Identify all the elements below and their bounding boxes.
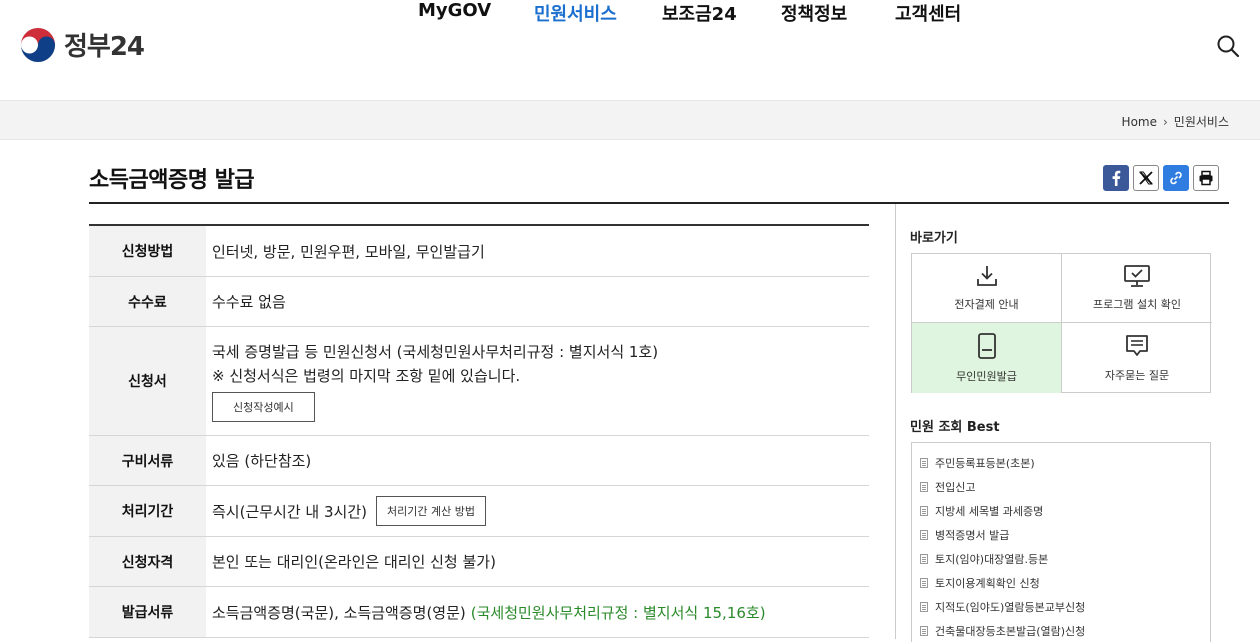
document-icon bbox=[920, 602, 928, 612]
title-divider bbox=[89, 202, 1229, 204]
download-icon bbox=[976, 266, 997, 286]
list-item[interactable]: 전입신고 bbox=[920, 475, 1210, 499]
print-icon bbox=[1199, 170, 1213, 186]
table-row: 수수료 수수료 없음 bbox=[89, 277, 869, 327]
row-label: 구비서류 bbox=[89, 436, 206, 485]
row-value: 본인 또는 대리인(온라인은 대리인 신청 불가) bbox=[212, 553, 496, 571]
processing-time-calc-button[interactable]: 처리기간 계산 방법 bbox=[376, 496, 486, 526]
quick-links-grid: 전자결제 안내 프로그램 설치 확인 무인민원발급 자주묻는 질문 bbox=[911, 253, 1212, 393]
chat-icon bbox=[1126, 335, 1148, 356]
facebook-share-button[interactable] bbox=[1103, 165, 1129, 191]
list-item[interactable]: 주민등록표등본(초본) bbox=[920, 451, 1210, 475]
document-icon bbox=[920, 578, 928, 588]
breadcrumb-home[interactable]: Home bbox=[1122, 115, 1157, 129]
nav-customer-center[interactable]: 고객센터 bbox=[895, 0, 961, 26]
row-label: 신청서 bbox=[89, 327, 206, 435]
best-list-title: 민원 조회 Best bbox=[910, 420, 1000, 435]
row-label: 발급서류 bbox=[89, 587, 206, 637]
form-example-button[interactable]: 신청작성예시 bbox=[212, 392, 315, 422]
quick-link-label: 무인민원발급 bbox=[956, 370, 1017, 383]
row-value: 수수료 없음 bbox=[212, 293, 286, 311]
table-row: 신청방법 인터넷, 방문, 민원우편, 모바일, 무인발급기 bbox=[89, 226, 869, 277]
copy-link-button[interactable] bbox=[1163, 165, 1189, 191]
quick-link-payment-guide[interactable]: 전자결제 안내 bbox=[912, 254, 1062, 323]
application-form-detail: 국세 증명발급 등 민원신청서 (국세청민원사무처리규정 : 별지서식 1호) … bbox=[212, 340, 658, 422]
list-item[interactable]: 지적도(임야도)열람등본교부신청 bbox=[920, 595, 1210, 619]
site-header: 정부24 MyGOV 민원서비스 보조금24 정책정보 고객센터 bbox=[0, 0, 1260, 100]
quick-link-faq[interactable]: 자주묻는 질문 bbox=[1062, 323, 1212, 393]
document-icon bbox=[920, 554, 928, 564]
row-label: 처리기간 bbox=[89, 486, 206, 536]
table-row: 발급서류 소득금액증명(국문), 소득금액증명(영문) (국세청민원사무처리규정… bbox=[89, 587, 869, 638]
page-title: 소득금액증명 발급 bbox=[89, 168, 255, 193]
nav-subsidy24[interactable]: 보조금24 bbox=[662, 0, 737, 26]
link-icon bbox=[1170, 171, 1182, 185]
row-value: 국세 증명발급 등 민원신청서 (국세청민원사무처리규정 : 별지서식 1호) … bbox=[206, 327, 869, 435]
best-list: 주민등록표등본(초본) 전입신고 지방세 세목별 과세증명 병적증명서 발급 토… bbox=[911, 442, 1211, 642]
row-value: 소득금액증명(국문), 소득금액증명(영문) bbox=[212, 603, 466, 622]
list-item-label: 주민등록표등본(초본) bbox=[935, 457, 1035, 470]
taegeuk-logo-icon bbox=[20, 27, 56, 62]
breadcrumb-current[interactable]: 민원서비스 bbox=[1174, 113, 1229, 130]
list-item[interactable]: 병적증명서 발급 bbox=[920, 523, 1210, 547]
row-label: 신청자격 bbox=[89, 537, 206, 586]
x-icon bbox=[1139, 171, 1153, 185]
chevron-right-icon: › bbox=[1162, 114, 1168, 129]
list-item-label: 토지이용계획확인 신청 bbox=[935, 577, 1040, 590]
document-icon bbox=[920, 626, 928, 636]
facebook-icon bbox=[1112, 170, 1121, 186]
list-item[interactable]: 토지(임야)대장열람.등본 bbox=[920, 547, 1210, 571]
row-value-container: 즉시(근무시간 내 3시간) 처리기간 계산 방법 bbox=[206, 486, 869, 536]
nav-civil-service[interactable]: 민원서비스 bbox=[534, 0, 617, 26]
document-icon bbox=[920, 482, 928, 492]
quick-link-label: 프로그램 설치 확인 bbox=[1093, 298, 1181, 311]
list-item[interactable]: 토지이용계획확인 신청 bbox=[920, 571, 1210, 595]
kiosk-icon bbox=[977, 333, 996, 359]
list-item[interactable]: 건축물대장등초본발급(열람)신청 bbox=[920, 619, 1210, 643]
x-share-button[interactable] bbox=[1133, 165, 1159, 191]
nav-policy-info[interactable]: 정책정보 bbox=[781, 0, 847, 26]
row-value: 인터넷, 방문, 민원우편, 모바일, 무인발급기 bbox=[212, 242, 485, 261]
document-icon bbox=[920, 458, 928, 468]
list-item-label: 건축물대장등초본발급(열람)신청 bbox=[935, 625, 1086, 638]
sidebar-divider bbox=[895, 204, 896, 639]
list-item[interactable]: 지방세 세목별 과세증명 bbox=[920, 499, 1210, 523]
document-icon bbox=[920, 506, 928, 516]
row-label: 수수료 bbox=[89, 277, 206, 326]
monitor-check-icon bbox=[1124, 265, 1150, 287]
row-value: 즉시(근무시간 내 3시간) bbox=[212, 502, 367, 521]
form-line-1: 국세 증명발급 등 민원신청서 (국세청민원사무처리규정 : 별지서식 1호) bbox=[212, 343, 659, 361]
list-item-label: 지방세 세목별 과세증명 bbox=[935, 505, 1044, 518]
table-row: 처리기간 즉시(근무시간 내 3시간) 처리기간 계산 방법 bbox=[89, 486, 869, 537]
row-label: 신청방법 bbox=[89, 226, 206, 276]
logo-text: 정부24 bbox=[64, 32, 145, 62]
list-item-label: 병적증명서 발급 bbox=[935, 529, 1010, 542]
breadcrumb: Home › 민원서비스 bbox=[1122, 113, 1229, 130]
list-item-label: 토지(임야)대장열람.등본 bbox=[935, 553, 1049, 566]
share-toolbar bbox=[1103, 165, 1219, 191]
row-value: 있음 (하단참조) bbox=[212, 452, 312, 470]
print-button[interactable] bbox=[1193, 165, 1219, 191]
nav-mygov[interactable]: MyGOV bbox=[418, 0, 491, 21]
quick-link-label: 자주묻는 질문 bbox=[1104, 369, 1170, 382]
quick-links-title: 바로가기 bbox=[910, 231, 958, 246]
info-table: 신청방법 인터넷, 방문, 민원우편, 모바일, 무인발급기 수수료 수수료 없… bbox=[89, 224, 869, 638]
regulation-note: (국세청민원사무처리규정 : 별지서식 15,16호) bbox=[470, 603, 766, 622]
quick-link-label: 전자결제 안내 bbox=[954, 298, 1019, 311]
list-item-label: 전입신고 bbox=[935, 481, 976, 494]
row-value-container: 소득금액증명(국문), 소득금액증명(영문) (국세청민원사무처리규정 : 별지… bbox=[206, 587, 869, 637]
list-item-label: 지적도(임야도)열람등본교부신청 bbox=[935, 601, 1086, 614]
table-row: 신청서 국세 증명발급 등 민원신청서 (국세청민원사무처리규정 : 별지서식 … bbox=[89, 327, 869, 436]
form-line-2: ※ 신청서식은 법령의 마지막 조항 밑에 있습니다. bbox=[212, 367, 521, 385]
site-logo[interactable]: 정부24 bbox=[20, 26, 145, 63]
quick-link-program-check[interactable]: 프로그램 설치 확인 bbox=[1062, 254, 1212, 323]
search-icon[interactable] bbox=[1216, 34, 1240, 58]
document-icon bbox=[920, 530, 928, 540]
quick-link-kiosk[interactable]: 무인민원발급 bbox=[912, 323, 1062, 393]
table-row: 신청자격 본인 또는 대리인(온라인은 대리인 신청 불가) bbox=[89, 537, 869, 587]
table-row: 구비서류 있음 (하단참조) bbox=[89, 436, 869, 486]
breadcrumb-bar: Home › 민원서비스 bbox=[0, 100, 1260, 140]
